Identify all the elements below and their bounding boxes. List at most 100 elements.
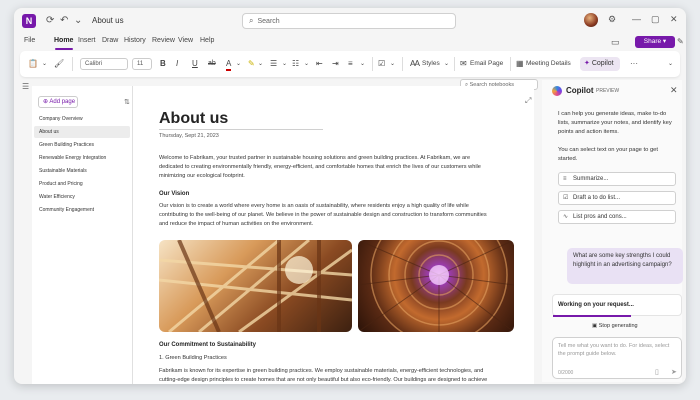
ribbon-divider bbox=[454, 57, 455, 71]
ribbon-divider bbox=[510, 57, 511, 71]
copilot-ribbon-icon: ✦ bbox=[584, 60, 590, 67]
commitment-paragraph[interactable]: Fabrikam is known for its expertise in g… bbox=[159, 367, 489, 384]
sort-icon[interactable]: ⇅ bbox=[124, 98, 130, 106]
add-page-button[interactable]: ⊕ Add page bbox=[38, 96, 78, 108]
copilot-ribbon-label: Copilot bbox=[591, 60, 614, 67]
todo-list-prompt-button[interactable]: ☑ Draft a to do list... bbox=[558, 191, 676, 205]
font-color-icon[interactable]: A bbox=[226, 59, 232, 71]
intro-paragraph[interactable]: Welcome to Fabrikam, your trusted partne… bbox=[159, 154, 489, 181]
menu-home[interactable]: Home bbox=[54, 37, 73, 44]
underline-icon[interactable]: U bbox=[192, 59, 198, 69]
menu-review[interactable]: Review bbox=[152, 37, 175, 44]
copilot-ribbon-button[interactable]: ✦ Copilot bbox=[580, 57, 620, 71]
search-input[interactable]: ⌕ Search bbox=[242, 13, 456, 29]
menu-view[interactable]: View bbox=[178, 37, 193, 44]
bullets-icon[interactable]: ☰ bbox=[270, 59, 277, 69]
page-item-community-engagement[interactable]: Community Engagement bbox=[34, 204, 130, 216]
menu-history[interactable]: History bbox=[124, 37, 146, 44]
font-name-select[interactable]: Calibri bbox=[80, 58, 128, 70]
align-chevron-icon[interactable]: ⌄ bbox=[360, 59, 365, 69]
ribbon-collapse-chevron-icon[interactable]: ⌄ bbox=[668, 59, 673, 69]
vision-paragraph[interactable]: Our vision is to create a world where ev… bbox=[159, 202, 489, 229]
page-item-about-us[interactable]: About us bbox=[34, 126, 130, 138]
page-title[interactable]: About us bbox=[159, 110, 228, 128]
copilot-intro: I can help you generate ideas, make to-d… bbox=[558, 111, 672, 135]
numbering-icon[interactable]: ☷ bbox=[292, 59, 299, 69]
minimize-icon[interactable]: — bbox=[632, 14, 641, 24]
menu-help[interactable]: Help bbox=[200, 37, 214, 44]
quick-access-chevron-icon[interactable]: ⌄ bbox=[74, 14, 82, 28]
font-size-select[interactable]: 11 bbox=[132, 58, 152, 70]
align-icon[interactable]: ≡ bbox=[348, 59, 353, 69]
commitment-heading[interactable]: Our Commitment to Sustainability bbox=[159, 342, 256, 348]
todo-list-label: Draft a to do list... bbox=[573, 195, 621, 201]
menu-bar: File Home Insert Draw History Review Vie… bbox=[14, 34, 686, 50]
numbering-chevron-icon[interactable]: ⌄ bbox=[304, 59, 309, 69]
stop-generating-button[interactable]: ▣ Stop generating bbox=[592, 323, 638, 329]
more-options-icon[interactable]: ··· bbox=[630, 59, 638, 69]
tag-icon[interactable]: ☑ bbox=[378, 59, 385, 69]
dome-interior-image[interactable] bbox=[358, 240, 514, 332]
paste-chevron-icon[interactable]: ⌄ bbox=[42, 59, 47, 69]
pros-cons-label: List pros and cons... bbox=[573, 214, 627, 220]
wooden-structure-image[interactable] bbox=[159, 240, 352, 332]
menu-draw[interactable]: Draw bbox=[102, 37, 118, 44]
page-canvas[interactable]: ⤢ About us Thursday, Sept 21, 2023 Welco… bbox=[132, 86, 534, 384]
italic-icon[interactable]: I bbox=[176, 59, 178, 69]
copilot-prompt-input[interactable]: Tell me what you want to do. For ideas, … bbox=[552, 337, 682, 379]
bold-icon[interactable]: B bbox=[160, 59, 166, 69]
prompt-guide-icon[interactable]: ▯ bbox=[655, 368, 659, 376]
page-item-water-efficiency[interactable]: Water Efficiency bbox=[34, 191, 130, 203]
sync-icon[interactable]: ⟳ bbox=[46, 14, 54, 28]
settings-gear-icon[interactable]: ⚙ bbox=[608, 14, 616, 25]
stop-icon: ▣ bbox=[592, 323, 599, 329]
search-icon: ⌕ bbox=[249, 16, 254, 25]
title-underline bbox=[159, 129, 323, 130]
strikethrough-icon[interactable]: ab bbox=[208, 59, 216, 69]
close-window-icon[interactable]: ✕ bbox=[670, 14, 678, 25]
page-date: Thursday, Sept 21, 2023 bbox=[159, 133, 219, 139]
summarize-prompt-button[interactable]: ≡ Summarize... bbox=[558, 172, 676, 186]
styles-chevron-icon[interactable]: ⌄ bbox=[444, 59, 449, 69]
pen-icon[interactable]: ✎ bbox=[677, 37, 684, 46]
menu-insert[interactable]: Insert bbox=[78, 37, 96, 44]
pros-cons-prompt-button[interactable]: ∿ List pros and cons... bbox=[558, 210, 676, 224]
menu-file[interactable]: File bbox=[24, 37, 35, 44]
send-icon[interactable]: ➤ bbox=[671, 368, 677, 376]
increase-indent-icon[interactable]: ⇥ bbox=[332, 59, 339, 69]
user-avatar[interactable] bbox=[584, 13, 598, 27]
page-item-product-pricing[interactable]: Product and Pricing bbox=[34, 178, 130, 190]
tag-chevron-icon[interactable]: ⌄ bbox=[390, 59, 395, 69]
navigation-toggle-icon[interactable]: ☰ bbox=[22, 82, 29, 91]
pros-cons-icon: ∿ bbox=[563, 214, 569, 220]
decrease-indent-icon[interactable]: ⇤ bbox=[316, 59, 323, 69]
format-painter-icon[interactable]: 🖌 bbox=[54, 59, 64, 69]
commitment-item[interactable]: 1. Green Building Practices bbox=[159, 354, 489, 363]
share-button[interactable]: Share ▾ bbox=[635, 36, 675, 48]
vision-heading[interactable]: Our Vision bbox=[159, 191, 189, 197]
notebook-icon[interactable]: ▭ bbox=[611, 37, 620, 48]
onenote-app-icon: N bbox=[22, 14, 36, 28]
highlight-icon[interactable]: ✎ bbox=[248, 59, 255, 69]
styles-icon[interactable]: Ꜳ bbox=[410, 59, 420, 69]
paste-icon[interactable]: 📋 bbox=[28, 59, 38, 69]
page-item-company-overview[interactable]: Company Overview bbox=[34, 113, 130, 125]
email-page-icon[interactable]: ✉ bbox=[460, 59, 467, 69]
onenote-window: N ⟳ ↶ ⌄ About us ⌕ Search ⚙ — ▢ ✕ File H… bbox=[14, 8, 686, 384]
styles-label[interactable]: Styles bbox=[422, 59, 440, 69]
copilot-close-icon[interactable]: ✕ bbox=[670, 85, 678, 96]
page-item-renewable-energy[interactable]: Renewable Energy Integration bbox=[34, 152, 130, 164]
copilot-hint: You can select text on your page to get … bbox=[558, 147, 659, 162]
meeting-details-icon[interactable]: ▦ bbox=[516, 59, 524, 69]
page-item-sustainable-materials[interactable]: Sustainable Materials bbox=[34, 165, 130, 177]
email-page-label[interactable]: Email Page bbox=[470, 59, 503, 69]
meeting-details-label[interactable]: Meeting Details bbox=[526, 59, 571, 69]
font-color-chevron-icon[interactable]: ⌄ bbox=[236, 59, 241, 69]
maximize-icon[interactable]: ▢ bbox=[651, 14, 660, 25]
page-item-green-building[interactable]: Green Building Practices bbox=[34, 139, 130, 151]
title-bar: N ⟳ ↶ ⌄ About us ⌕ Search ⚙ — ▢ ✕ bbox=[14, 8, 686, 34]
highlight-chevron-icon[interactable]: ⌄ bbox=[258, 59, 263, 69]
undo-icon[interactable]: ↶ bbox=[60, 14, 68, 28]
bullets-chevron-icon[interactable]: ⌄ bbox=[282, 59, 287, 69]
expand-icon[interactable]: ⤢ bbox=[525, 96, 531, 106]
